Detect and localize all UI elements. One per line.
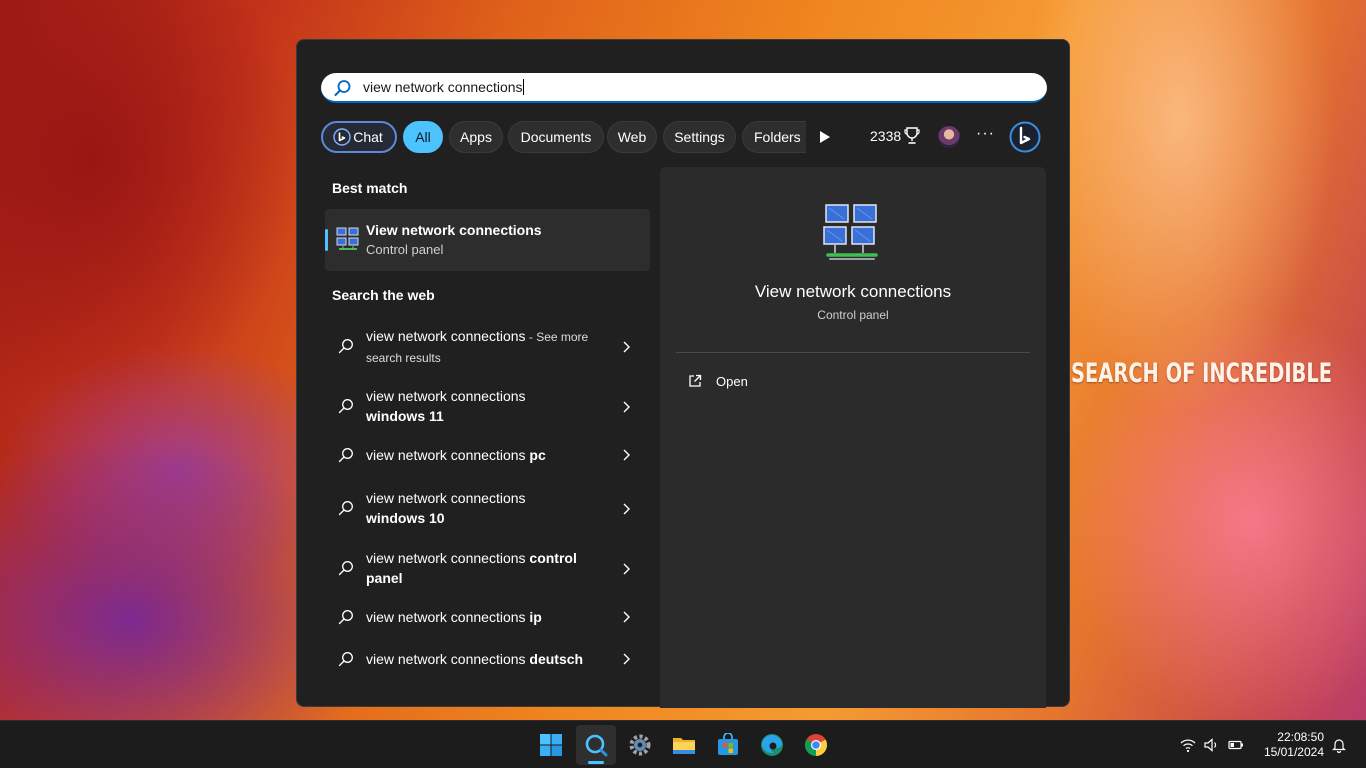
detail-title: View network connections: [754, 282, 952, 301]
chevron-right-icon[interactable]: [622, 653, 630, 665]
network-connections-icon: [336, 227, 359, 250]
chrome-icon: [805, 734, 827, 756]
start-button[interactable]: [531, 725, 571, 765]
result-bold-text: ip: [529, 609, 542, 625]
open-label: Open: [716, 374, 748, 389]
chevron-right-icon[interactable]: [622, 611, 630, 623]
search-icon: [585, 734, 608, 757]
wallpaper-overlay-text: SEARCH OF INCREDIBLE: [1071, 358, 1333, 389]
avatar[interactable]: [938, 126, 960, 148]
tab-settings[interactable]: Settings: [663, 121, 736, 153]
result-bold-text: deutsch: [529, 651, 584, 667]
web-result-item[interactable]: view network connections windows 11: [325, 386, 650, 428]
result-text: view network connections: [366, 447, 530, 463]
search-input[interactable]: view network connections: [321, 73, 1047, 103]
microsoft-store-button[interactable]: [708, 725, 748, 765]
store-icon: [718, 733, 738, 755]
search-icon: [338, 610, 353, 625]
clock-date: 15/01/2024: [1263, 745, 1324, 759]
open-button[interactable]: Open: [684, 372, 804, 392]
text-caret: [522, 79, 524, 95]
result-text: view network connections: [366, 328, 526, 344]
trophy-icon[interactable]: [904, 127, 920, 145]
search-icon: [338, 399, 353, 414]
rewards-points[interactable]: 2338: [870, 128, 901, 144]
battery-icon[interactable]: [1228, 737, 1244, 753]
bing-logo-icon[interactable]: [1009, 121, 1041, 153]
detail-pane: View network connections Control panel O…: [660, 167, 1046, 708]
tab-folders[interactable]: Folders: [742, 121, 806, 153]
clock-time: 22:08:50: [1277, 730, 1324, 744]
chevron-right-icon[interactable]: [622, 341, 630, 353]
best-match-subtitle: Control panel: [366, 242, 444, 257]
web-result-item[interactable]: view network connections ip: [325, 607, 650, 627]
edge-button[interactable]: [752, 725, 792, 765]
best-match-title: View network connections: [366, 222, 542, 238]
search-icon: [338, 339, 353, 354]
settings-taskbar-button[interactable]: [620, 725, 660, 765]
result-bold-text: pc: [529, 447, 546, 463]
system-clock[interactable]: 22:08:50 15/01/2024: [1254, 730, 1324, 760]
network-connections-icon: [823, 204, 878, 260]
open-external-icon: [689, 374, 702, 387]
chevron-right-icon[interactable]: [622, 401, 630, 413]
bing-chat-icon: [333, 128, 351, 146]
web-result-item[interactable]: view network connections pc: [325, 445, 650, 465]
search-icon: [338, 448, 353, 463]
result-text: view network connections: [366, 651, 530, 667]
taskbar: 22:08:50 15/01/2024: [0, 720, 1366, 768]
selection-indicator: [325, 229, 328, 251]
chat-button[interactable]: Chat: [321, 121, 397, 153]
result-bold-text: windows 10: [366, 510, 445, 526]
volume-icon[interactable]: [1203, 737, 1219, 753]
filter-bar: Chat All Apps Documents Web Settings Fol…: [321, 121, 1051, 153]
web-result-item[interactable]: view network connections deutsch: [325, 649, 650, 669]
more-filters-play-icon[interactable]: [819, 130, 831, 144]
search-panel: view network connections Chat All Apps D…: [296, 39, 1070, 708]
divider: [676, 352, 1030, 353]
result-text: view network connections: [366, 550, 530, 566]
gear-icon: [629, 734, 651, 756]
result-bold-text: windows 11: [366, 408, 444, 424]
result-text: view network connections: [366, 388, 526, 404]
search-icon: [338, 561, 353, 576]
chevron-right-icon[interactable]: [622, 449, 630, 461]
folder-icon: [673, 738, 695, 754]
windows-start-icon: [540, 734, 562, 756]
chevron-right-icon[interactable]: [622, 563, 630, 575]
web-result-item[interactable]: view network connections - See more sear…: [325, 326, 650, 368]
result-text: view network connections: [366, 609, 530, 625]
result-text: view network connections: [366, 490, 526, 506]
search-web-heading: Search the web: [332, 287, 435, 303]
web-result-item[interactable]: view network connections windows 10: [325, 488, 650, 530]
search-icon: [334, 80, 351, 96]
edge-icon: [761, 734, 783, 756]
tab-all[interactable]: All: [403, 121, 443, 153]
wifi-icon[interactable]: [1180, 737, 1196, 753]
tab-web[interactable]: Web: [607, 121, 657, 153]
tab-documents[interactable]: Documents: [508, 121, 604, 153]
file-explorer-button[interactable]: [664, 725, 704, 765]
chrome-button[interactable]: [796, 725, 836, 765]
search-icon: [338, 652, 353, 667]
detail-subtitle: Control panel: [817, 308, 889, 322]
search-query-text: view network connections: [363, 79, 523, 95]
web-result-item[interactable]: view network connections control panel: [325, 548, 650, 590]
best-match-heading: Best match: [332, 180, 408, 196]
search-icon: [338, 501, 353, 516]
chat-label: Chat: [353, 129, 383, 145]
chevron-right-icon[interactable]: [622, 503, 630, 515]
notification-bell-icon[interactable]: [1331, 737, 1347, 753]
more-options-icon[interactable]: ···: [976, 125, 995, 143]
search-taskbar-button[interactable]: [576, 725, 616, 765]
tab-apps[interactable]: Apps: [449, 121, 503, 153]
best-match-item[interactable]: View network connections Control panel: [325, 209, 650, 271]
